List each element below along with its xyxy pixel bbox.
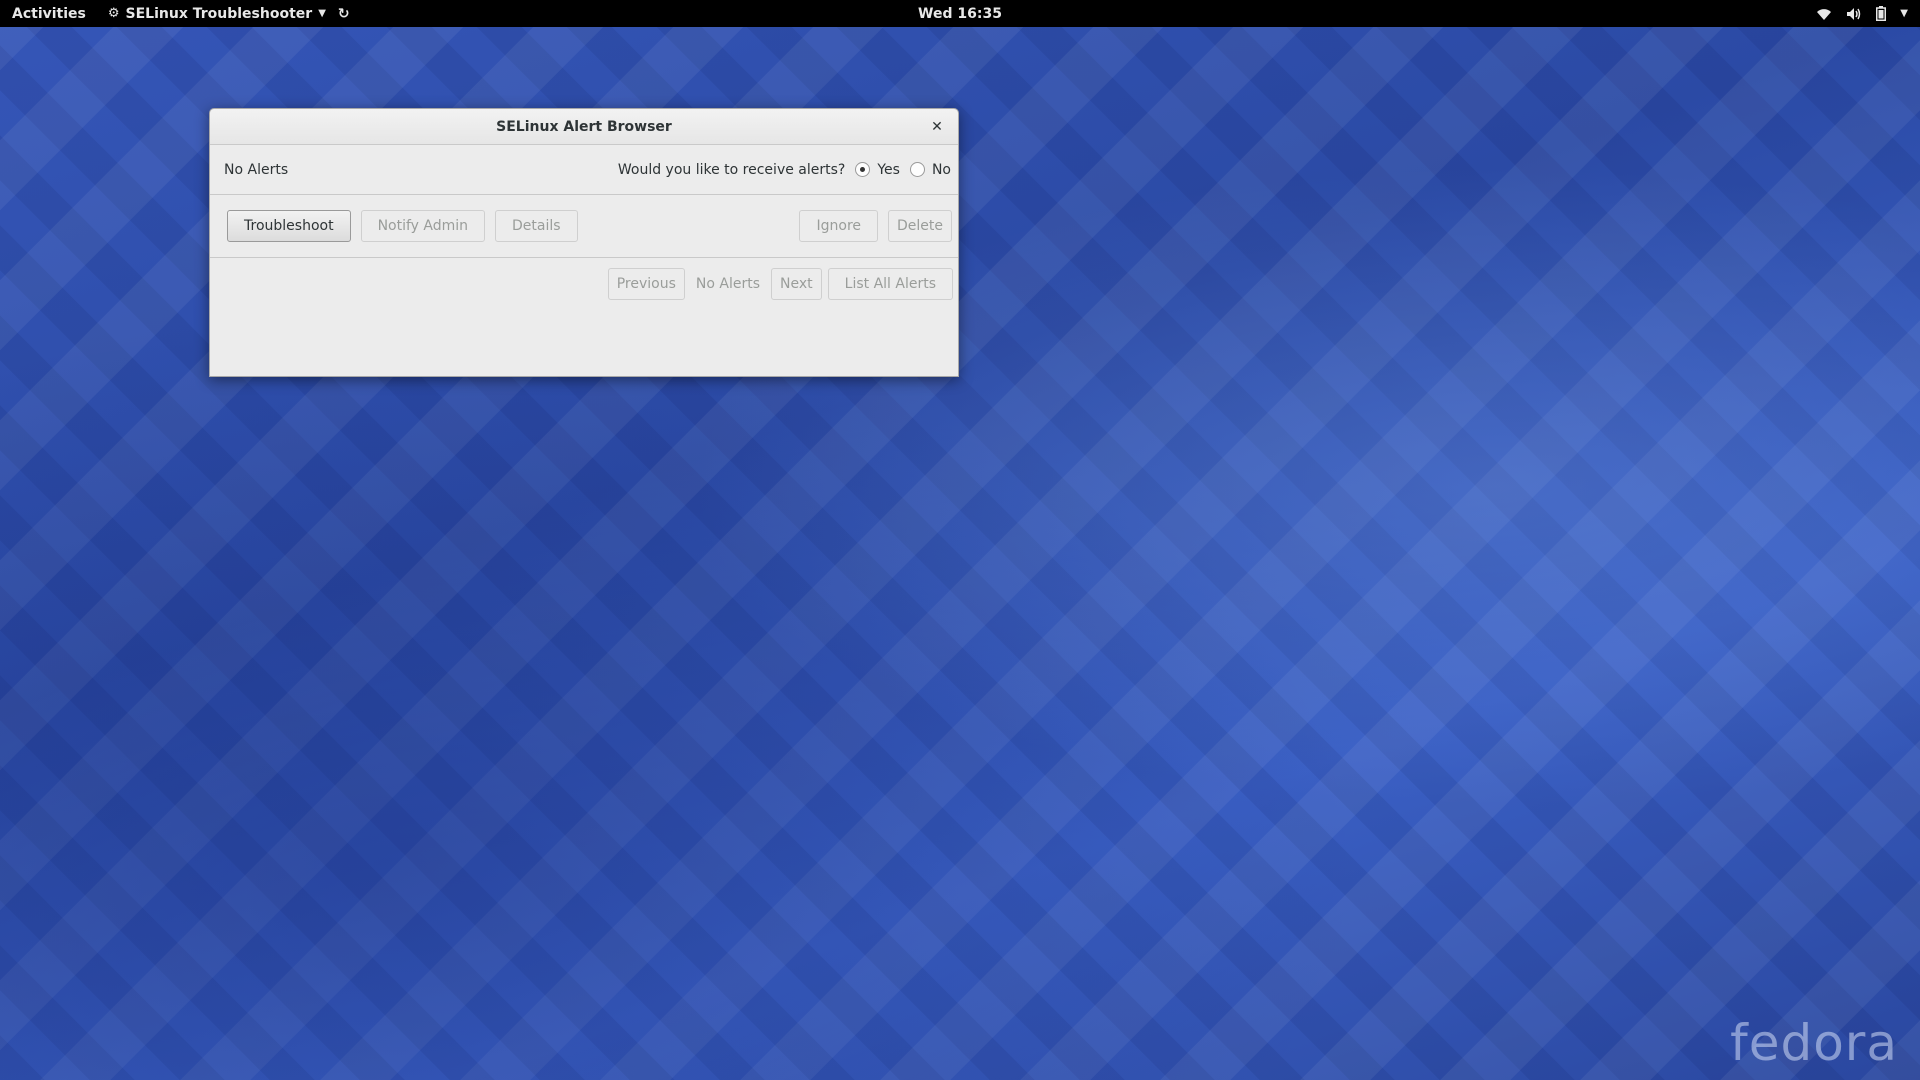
dialog-title: SELinux Alert Browser bbox=[496, 118, 672, 135]
clock[interactable]: Wed 16:35 bbox=[918, 6, 1002, 22]
system-status-area[interactable]: ▼ bbox=[1816, 6, 1908, 21]
primary-actions: Troubleshoot Notify Admin Details bbox=[227, 210, 578, 242]
troubleshoot-button[interactable]: Troubleshoot bbox=[227, 210, 351, 242]
alert-count-label: No Alerts bbox=[695, 276, 761, 292]
wifi-icon bbox=[1817, 8, 1832, 20]
alert-status-label: No Alerts bbox=[224, 161, 289, 178]
gear-icon: ⚙ bbox=[107, 6, 120, 21]
previous-button[interactable]: Previous bbox=[607, 268, 685, 300]
caret-down-icon: ▼ bbox=[318, 8, 326, 19]
next-button[interactable]: Next bbox=[771, 268, 822, 300]
chevron-down-icon: ▼ bbox=[1900, 8, 1908, 19]
top-bar: Activities ⚙ SELinux Troubleshooter ▼ ↻ … bbox=[0, 0, 1920, 27]
details-button[interactable]: Details bbox=[495, 210, 578, 242]
radio-yes-indicator[interactable] bbox=[855, 162, 871, 177]
radio-yes-label: Yes bbox=[877, 161, 900, 178]
ignore-button[interactable]: Ignore bbox=[799, 210, 878, 242]
fedora-logo: fedora bbox=[1730, 1014, 1898, 1072]
app-menu[interactable]: ⚙ SELinux Troubleshooter ▼ ↻ bbox=[98, 6, 350, 22]
navigation-row: Previous No Alerts Next List All Alerts bbox=[210, 258, 958, 310]
alert-status-row: No Alerts Would you like to receive aler… bbox=[210, 145, 958, 195]
loading-spinner-icon: ↻ bbox=[337, 5, 350, 22]
volume-icon bbox=[1847, 7, 1861, 20]
dialog-titlebar[interactable]: SELinux Alert Browser ✕ bbox=[210, 109, 958, 145]
selinux-alert-browser-dialog: SELinux Alert Browser ✕ No Alerts Would … bbox=[209, 108, 959, 377]
action-buttons-row: Troubleshoot Notify Admin Details Ignore… bbox=[210, 195, 958, 258]
list-all-alerts-button[interactable]: List All Alerts bbox=[827, 268, 953, 300]
secondary-actions: Ignore Delete bbox=[799, 210, 952, 242]
battery-icon bbox=[1876, 6, 1887, 21]
activities-button[interactable]: Activities bbox=[0, 6, 98, 22]
receive-alerts-question: Would you like to receive alerts? bbox=[617, 161, 846, 178]
notify-admin-button[interactable]: Notify Admin bbox=[360, 210, 486, 242]
radio-no-label: No bbox=[931, 161, 951, 178]
radio-no-indicator[interactable] bbox=[909, 162, 925, 177]
radio-yes[interactable]: Yes bbox=[855, 162, 900, 178]
delete-button[interactable]: Delete bbox=[888, 210, 952, 242]
close-button[interactable]: ✕ bbox=[926, 116, 948, 138]
receive-alerts-group: Would you like to receive alerts? Yes No bbox=[618, 162, 951, 178]
radio-no[interactable]: No bbox=[909, 161, 951, 178]
close-icon: ✕ bbox=[931, 119, 943, 135]
app-menu-label: SELinux Troubleshooter bbox=[125, 5, 313, 22]
